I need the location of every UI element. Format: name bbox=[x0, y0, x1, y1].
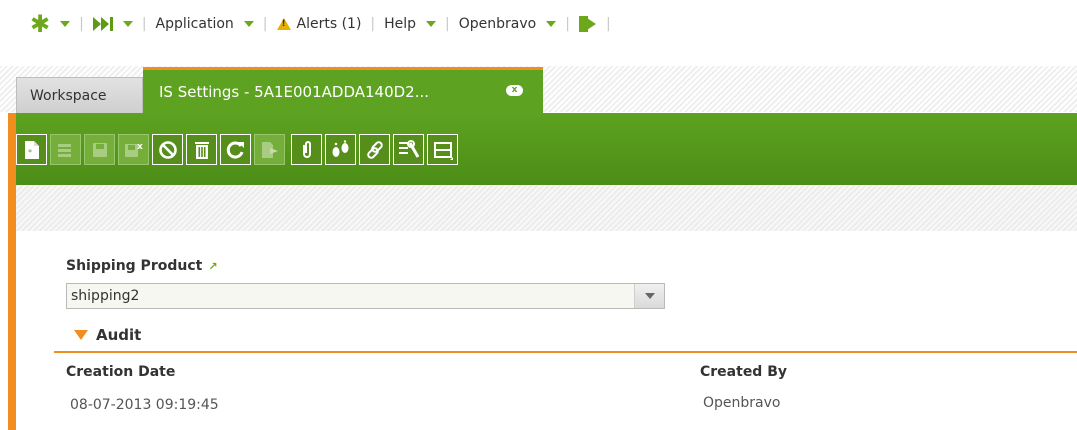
tab-is-settings[interactable]: IS Settings - 5A1E001ADDA140D2... x bbox=[143, 67, 543, 113]
tools-icon bbox=[398, 139, 419, 158]
cancel-icon bbox=[158, 140, 177, 159]
separator: | bbox=[605, 16, 611, 32]
separator: | bbox=[445, 16, 450, 32]
refresh-button[interactable] bbox=[220, 134, 251, 165]
new-row-button[interactable] bbox=[50, 134, 81, 165]
save-close-button[interactable]: x bbox=[118, 134, 149, 165]
chevron-down-icon bbox=[122, 21, 133, 27]
user-profile-menu[interactable]: Openbravo bbox=[458, 12, 557, 36]
audit-section-header[interactable]: Audit bbox=[74, 326, 141, 344]
svg-text:x: x bbox=[137, 142, 143, 152]
application-menu-label: Application bbox=[155, 16, 234, 32]
help-menu[interactable]: Help bbox=[384, 12, 437, 36]
shipping-product-label-text: Shipping Product bbox=[66, 258, 203, 274]
created-by-value: Openbravo bbox=[703, 395, 781, 411]
creation-date-label: Creation Date bbox=[66, 364, 176, 380]
chevron-down-icon bbox=[426, 21, 437, 27]
link-icon bbox=[366, 140, 383, 159]
created-by-label: Created By bbox=[700, 364, 788, 380]
logout-button[interactable] bbox=[578, 12, 597, 36]
delete-icon bbox=[194, 141, 209, 159]
save-button[interactable] bbox=[84, 134, 115, 165]
tab-workspace[interactable]: Workspace bbox=[16, 77, 143, 113]
open-link-icon[interactable]: ↗ bbox=[208, 260, 217, 273]
warning-icon bbox=[276, 18, 291, 30]
audit-trail-icon bbox=[332, 139, 348, 157]
close-tab-icon[interactable]: x bbox=[506, 85, 523, 96]
export-icon bbox=[261, 141, 278, 158]
quick-launch-recent-menu[interactable] bbox=[92, 12, 133, 36]
collapse-caret-icon bbox=[74, 330, 88, 340]
tab-label: IS Settings - 5A1E001ADDA140D2... bbox=[159, 82, 430, 101]
separator: | bbox=[565, 16, 570, 32]
linked-items-button[interactable] bbox=[359, 134, 390, 165]
chevron-down-icon bbox=[644, 293, 655, 299]
chevron-down-icon bbox=[546, 21, 557, 27]
separator: | bbox=[79, 16, 84, 32]
shipping-product-combo[interactable]: shipping2 bbox=[66, 283, 665, 309]
save-icon bbox=[92, 142, 107, 157]
creation-date-value: 08-07-2013 09:19:45 bbox=[70, 397, 219, 413]
quick-create-icon: ✱ bbox=[30, 10, 51, 38]
form-left-border bbox=[8, 113, 16, 430]
undo-button[interactable] bbox=[152, 134, 183, 165]
refresh-icon bbox=[226, 141, 244, 159]
section-divider bbox=[54, 351, 1077, 353]
fast-forward-icon bbox=[92, 17, 113, 31]
window-toolbar: * x bbox=[8, 113, 1077, 185]
tab-label: Workspace bbox=[30, 87, 107, 104]
shipping-product-label: Shipping Product ↗ bbox=[66, 258, 218, 274]
attachment-button[interactable] bbox=[291, 134, 322, 165]
top-navigation-bar: ✱ | | Application | Alerts (1) | Help | … bbox=[0, 0, 1077, 48]
help-menu-label: Help bbox=[384, 16, 417, 32]
alerts-label: Alerts (1) bbox=[296, 16, 362, 32]
chevron-down-icon bbox=[60, 21, 71, 27]
shipping-product-dropdown-button[interactable] bbox=[634, 284, 664, 308]
separator: | bbox=[370, 16, 376, 32]
separator: | bbox=[141, 16, 147, 32]
user-profile-label: Openbravo bbox=[458, 16, 537, 32]
quick-launch-menu[interactable]: ✱ bbox=[30, 10, 71, 38]
layout-icon bbox=[433, 141, 453, 160]
logout-icon bbox=[578, 16, 597, 32]
svg-text:*: * bbox=[28, 148, 32, 157]
separator: | bbox=[262, 16, 268, 32]
application-menu[interactable]: Application bbox=[156, 12, 254, 36]
audit-section-label: Audit bbox=[96, 326, 142, 344]
new-document-icon: * bbox=[24, 140, 39, 159]
chevron-down-icon bbox=[243, 21, 254, 27]
audit-trail-button[interactable] bbox=[325, 134, 356, 165]
layout-toggle-button[interactable] bbox=[427, 134, 458, 165]
attachment-icon bbox=[302, 140, 311, 158]
delete-button[interactable] bbox=[186, 134, 217, 165]
shipping-product-value: shipping2 bbox=[71, 288, 140, 304]
save-close-icon: x bbox=[124, 142, 143, 157]
message-bar bbox=[16, 185, 1077, 231]
new-document-button[interactable]: * bbox=[16, 134, 47, 165]
export-button[interactable] bbox=[254, 134, 285, 165]
new-row-icon bbox=[57, 143, 71, 157]
process-tools-button[interactable] bbox=[393, 134, 424, 165]
alerts-link[interactable]: Alerts (1) bbox=[276, 12, 362, 36]
